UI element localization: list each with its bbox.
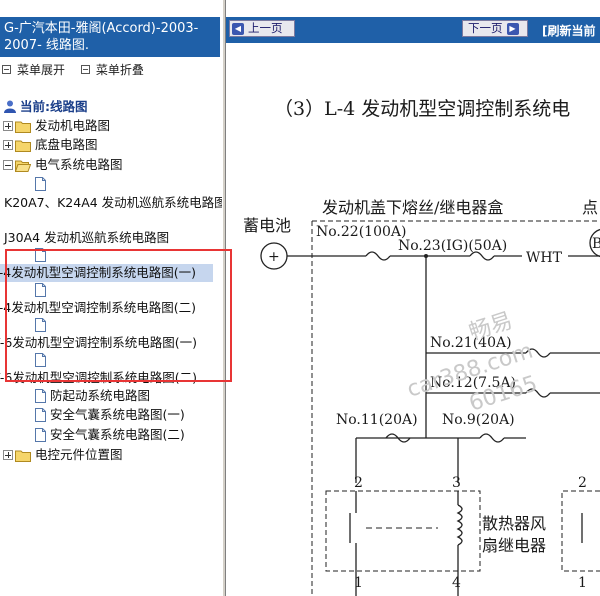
document-icon	[35, 177, 46, 191]
next-page-button[interactable]: 下一页 ▶	[462, 20, 528, 37]
battery-label: 蓄电池	[243, 216, 291, 235]
wiring-diagram: （3）L-4 发动机型空调控制系统电 蓄电池 发动机盖下熔丝/继电器盒 点 + …	[226, 43, 600, 596]
document-icon	[35, 428, 46, 442]
folder-icon	[15, 140, 31, 152]
pin-4-label: 4	[452, 575, 461, 591]
document-icon	[35, 248, 46, 262]
pin-1b-label: 1	[578, 575, 587, 591]
expand-plus-icon[interactable]	[3, 450, 13, 460]
fuse-22-label: No.22(100A)	[316, 224, 406, 240]
tree-doc-row[interactable]	[35, 351, 50, 369]
tree-item-component-location[interactable]: 电控元件位置图	[3, 446, 123, 464]
expand-plus-icon[interactable]	[3, 121, 13, 131]
document-icon	[35, 408, 46, 422]
tree-item-v6-ac-1[interactable]: V-6发动机型空调控制系统电路图(一)	[0, 334, 197, 352]
prev-page-button[interactable]: ◀ 上一页	[229, 20, 295, 37]
collapse-menu-button[interactable]: 菜单折叠	[80, 61, 144, 78]
tree-doc-row[interactable]	[35, 316, 50, 334]
tree-item-srs-1[interactable]: 安全气囊系统电路图(一)	[35, 406, 185, 424]
ignition-label: 点	[582, 198, 598, 217]
fuse-11-label: No.11(20A)	[336, 412, 418, 428]
tree-item-immobilizer[interactable]: 防起动系统电路图	[35, 387, 150, 405]
tree-doc-row[interactable]	[35, 175, 50, 193]
expand-plus-icon[interactable]	[3, 140, 13, 150]
wiring-diagram-svg: （3）L-4 发动机型空调控制系统电 蓄电池 发动机盖下熔丝/继电器盒 点 + …	[243, 98, 600, 596]
refresh-current-link[interactable]: [刷新当前	[542, 22, 596, 39]
document-icon	[35, 283, 46, 297]
tree-item-engine[interactable]: 发动机电路图	[3, 117, 110, 135]
open-folder-icon	[15, 160, 31, 172]
tree-item-l4-ac-1[interactable]: L-4发动机型空调控制系统电路图(一)	[0, 264, 213, 282]
diagram-title: （3）L-4 发动机型空调控制系统电	[274, 98, 570, 120]
tree-item-srs-2[interactable]: 安全气囊系统电路图(二)	[35, 426, 185, 444]
relay-coil-symbol	[456, 504, 463, 546]
document-icon	[35, 353, 46, 367]
manual-title: G-广汽本田-雅阁(Accord)-2003-2007- 线路图.	[0, 17, 220, 57]
pin-2-label: 2	[354, 475, 363, 491]
tree-item-v6-ac-2[interactable]: V-6发动机型空调控制系统电路图(二)	[0, 369, 197, 387]
user-icon	[4, 100, 16, 113]
fuse-22-symbol	[365, 251, 391, 261]
collapse-icon	[80, 65, 90, 74]
pin-3-label: 3	[452, 475, 461, 491]
tree-item-chassis[interactable]: 底盘电路图	[3, 136, 98, 154]
document-icon	[35, 318, 46, 332]
pin-2b-label: 2	[578, 475, 587, 491]
folder-icon	[15, 121, 31, 133]
tree-doc-row[interactable]	[35, 246, 50, 264]
pin-1-label: 1	[354, 575, 363, 591]
tree-item-electrical[interactable]: 电气系统电路图	[3, 156, 123, 174]
content-frame: ◀ 上一页 下一页 ▶ [刷新当前 （3）L-4 发动机型空调控制系统电 蓄电池…	[226, 0, 600, 596]
document-icon	[35, 389, 46, 403]
menu-controls: 菜单展开 菜单折叠	[2, 61, 156, 78]
tree-item-j30a4-cruise[interactable]: J30A4 发动机巡航系统电路图	[4, 229, 169, 247]
fan-relay-label-1: 散热器风	[482, 514, 546, 533]
arrow-left-icon: ◀	[232, 22, 244, 35]
folder-icon	[15, 450, 31, 462]
tree-item-k20a7-cruise[interactable]: K20A7、K24A4 发动机巡航系统电路图	[4, 194, 222, 212]
ignition-b-label: B	[592, 236, 600, 252]
battery-plus: +	[268, 249, 280, 265]
navigation-frame: G-广汽本田-雅阁(Accord)-2003-2007- 线路图. 菜单展开 菜…	[0, 0, 222, 596]
fan-relay-box	[325, 490, 481, 572]
fan-relay-label-2: 扇继电器	[482, 536, 546, 555]
tree-item-l4-ac-2[interactable]: L-4发动机型空调控制系统电路图(二)	[0, 299, 196, 317]
expand-menu-button[interactable]: 菜单展开	[2, 61, 65, 78]
tree-doc-row[interactable]	[35, 281, 50, 299]
wire-color-label: WHT	[526, 250, 563, 266]
tree-root[interactable]: 当前:线路图	[3, 96, 88, 115]
fuse-box-label: 发动机盖下熔丝/继电器盒	[322, 198, 503, 217]
expand-icon	[2, 65, 11, 74]
collapse-minus-icon[interactable]	[3, 160, 13, 170]
page-toolbar: ◀ 上一页 下一页 ▶ [刷新当前	[226, 17, 600, 43]
arrow-right-icon: ▶	[506, 22, 519, 35]
fuse-23-label: No.23(IG)(50A)	[398, 238, 507, 254]
